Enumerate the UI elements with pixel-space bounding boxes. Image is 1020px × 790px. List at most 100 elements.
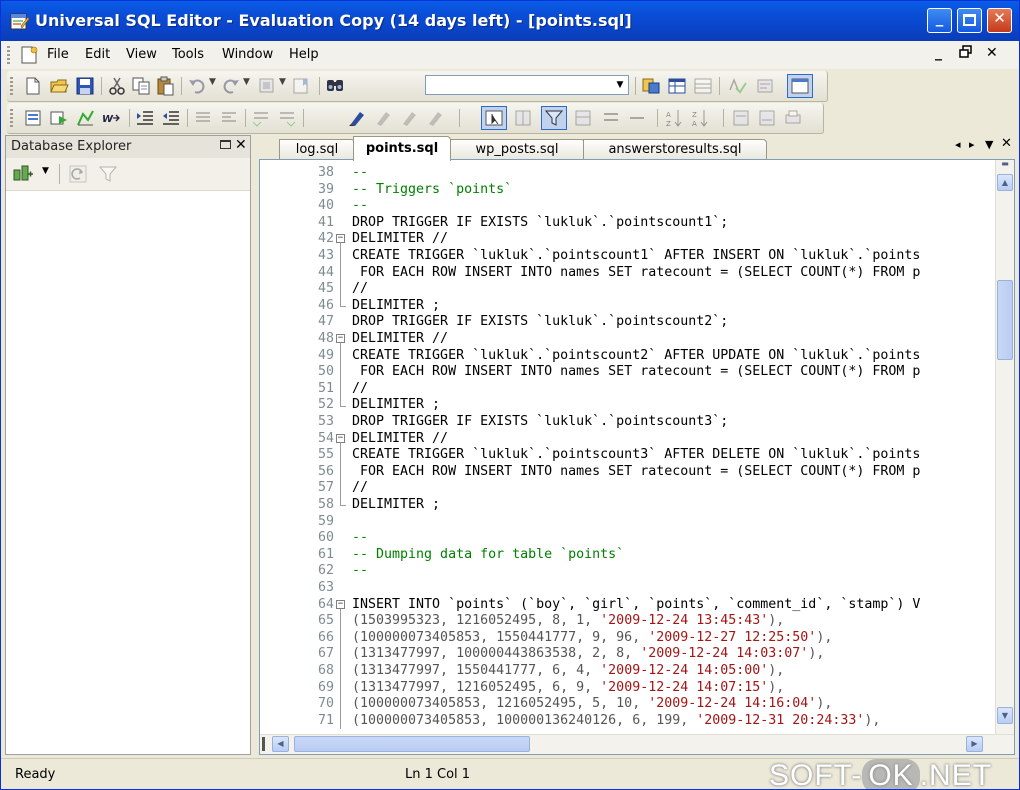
fold-toggle-icon[interactable]: −: [336, 334, 345, 343]
code-line[interactable]: 39 -- Triggers `points`: [260, 182, 990, 199]
delete-row-icon[interactable]: [627, 108, 647, 128]
redo-dropdown[interactable]: ▼: [243, 77, 250, 87]
select-mode-button[interactable]: [481, 106, 507, 130]
mark-icon[interactable]: [373, 108, 393, 128]
highlight-icon[interactable]: [347, 108, 367, 128]
explain-icon[interactable]: [75, 108, 95, 128]
mark-clear-icon[interactable]: [425, 108, 445, 128]
horizontal-scrollbar[interactable]: ◀ ▶: [260, 734, 1014, 754]
search-combo[interactable]: ▼: [425, 75, 629, 95]
new-file-icon[interactable]: [23, 76, 43, 96]
code-line[interactable]: 64− INSERT INTO `points` (`boy`, `girl`, …: [260, 597, 990, 614]
mdi-close-button[interactable]: ✕: [986, 45, 998, 61]
code-line[interactable]: 66 (100000073405853, 1550441777, 9, 96, '…: [260, 630, 990, 647]
toolbar-grip[interactable]: [10, 109, 13, 127]
code-line[interactable]: 67 (1313477997, 100000443863538, 2, 8, '2…: [260, 646, 990, 663]
database-connect-icon[interactable]: [641, 76, 661, 96]
copy-icon[interactable]: [131, 76, 151, 96]
columns-icon[interactable]: [513, 108, 533, 128]
code-line[interactable]: 46 DELIMITER ;: [260, 298, 990, 315]
code-line[interactable]: 42− DELIMITER //: [260, 231, 990, 248]
cut-icon[interactable]: [107, 76, 127, 96]
code-line[interactable]: 41 DROP TRIGGER IF EXISTS `lukluk`.`point…: [260, 215, 990, 232]
new-query-icon[interactable]: [23, 108, 43, 128]
fold-toggle-icon[interactable]: −: [336, 433, 345, 443]
print-icon[interactable]: [783, 108, 803, 128]
code-line[interactable]: 49 CREATE TRIGGER `lukluk`.`pointscount2`…: [260, 348, 990, 365]
code-line[interactable]: 68 (1313477997, 1550441777, 6, 4, '2009-1…: [260, 663, 990, 680]
table-icon[interactable]: [667, 76, 687, 96]
tab-log-sql[interactable]: log.sql: [279, 139, 355, 160]
word-wrap-icon[interactable]: W: [101, 108, 121, 128]
code-line[interactable]: 57 //: [260, 480, 990, 497]
code-line[interactable]: 61 -- Dumping data for table `points`: [260, 547, 990, 564]
find-icon[interactable]: [325, 76, 345, 96]
code-line[interactable]: 43 CREATE TRIGGER `lukluk`.`pointscount1`…: [260, 248, 990, 265]
menu-help[interactable]: Help: [289, 47, 319, 62]
filter-button[interactable]: [541, 106, 567, 130]
mdi-restore-button[interactable]: [959, 45, 973, 63]
spellcheck-icon[interactable]: [727, 76, 747, 96]
format-icon[interactable]: [755, 76, 775, 96]
code-line[interactable]: 58 DELIMITER ;: [260, 497, 990, 514]
code-line[interactable]: 56 FOR EACH ROW INSERT INTO names SET ra…: [260, 464, 990, 481]
comment-icon[interactable]: [193, 108, 213, 128]
grid-view-icon[interactable]: [573, 108, 593, 128]
tab-scroll-right-icon[interactable]: ▸: [969, 138, 975, 151]
code-line[interactable]: 50 FOR EACH ROW INSERT INTO names SET ra…: [260, 364, 990, 381]
sort-desc-icon[interactable]: ZA: [691, 108, 711, 128]
mark-next-icon[interactable]: [399, 108, 419, 128]
block-icon[interactable]: [257, 76, 277, 96]
outdent-icon[interactable]: [161, 108, 181, 128]
tab-scroll-left-icon[interactable]: ◂: [955, 138, 961, 151]
code-line[interactable]: 52 DELIMITER ;: [260, 397, 990, 414]
chevron-down-icon[interactable]: ▼: [612, 76, 628, 94]
filter-icon[interactable]: [98, 164, 118, 184]
code-line[interactable]: 62 --: [260, 563, 990, 580]
undo-dropdown[interactable]: ▼: [209, 77, 216, 87]
title-bar[interactable]: Universal SQL Editor - Evaluation Copy (…: [1, 1, 1019, 41]
import-icon[interactable]: [757, 108, 777, 128]
menu-file[interactable]: File: [47, 47, 69, 62]
close-button[interactable]: ✕: [987, 8, 1012, 33]
bookmark-next-icon[interactable]: [277, 108, 297, 128]
code-line[interactable]: 63: [260, 580, 990, 597]
scroll-right-icon[interactable]: ▶: [966, 736, 983, 752]
tab-list-dropdown-icon[interactable]: ▼: [985, 138, 993, 151]
vertical-scrollbar[interactable]: ▬ ▲ ▼: [995, 160, 1014, 735]
code-line[interactable]: 38 --: [260, 165, 990, 182]
code-line[interactable]: 70 (100000073405853, 1216052495, 5, 10, '…: [260, 696, 990, 713]
open-folder-icon[interactable]: [49, 76, 69, 96]
refresh-icon[interactable]: [68, 164, 88, 184]
mdi-minimize-button[interactable]: _: [935, 45, 942, 61]
tab-wp-posts-sql[interactable]: wp_posts.sql: [449, 139, 585, 160]
scroll-up-icon[interactable]: ▲: [997, 174, 1013, 191]
scroll-left-icon[interactable]: ◀: [272, 736, 289, 752]
redo-icon[interactable]: [221, 76, 241, 96]
save-icon[interactable]: [75, 76, 95, 96]
undo-icon[interactable]: [187, 76, 207, 96]
tab-points-sql[interactable]: points.sql: [353, 136, 451, 161]
menu-window[interactable]: Window: [222, 47, 273, 62]
sort-asc-icon[interactable]: AZ: [665, 108, 685, 128]
doc-menu-icon[interactable]: [19, 46, 39, 64]
insert-row-icon[interactable]: [601, 108, 621, 128]
menu-tools[interactable]: Tools: [172, 47, 204, 62]
code-line[interactable]: 44 FOR EACH ROW INSERT INTO names SET ra…: [260, 265, 990, 282]
maximize-button[interactable]: [957, 8, 982, 33]
execute-icon[interactable]: [49, 108, 69, 128]
vertical-scroll-thumb[interactable]: [997, 280, 1013, 360]
tab-close-icon[interactable]: ✕: [1001, 136, 1012, 151]
code-line[interactable]: 51 //: [260, 381, 990, 398]
code-line[interactable]: 65 (1503995323, 1216052495, 8, 1, '2009-1…: [260, 613, 990, 630]
code-line[interactable]: 53 DROP TRIGGER IF EXISTS `lukluk`.`point…: [260, 414, 990, 431]
code-line[interactable]: 55 CREATE TRIGGER `lukluk`.`pointscount3`…: [260, 447, 990, 464]
code-line[interactable]: 60 --: [260, 530, 990, 547]
horizontal-scroll-thumb[interactable]: [294, 736, 530, 752]
connect-database-icon[interactable]: [12, 164, 34, 184]
fold-toggle-icon[interactable]: −: [336, 599, 345, 609]
fold-toggle-icon[interactable]: −: [336, 234, 345, 244]
code-line[interactable]: 40 --: [260, 198, 990, 215]
code-line[interactable]: 54− DELIMITER //: [260, 431, 990, 448]
code-line[interactable]: 48− DELIMITER //: [260, 331, 990, 348]
